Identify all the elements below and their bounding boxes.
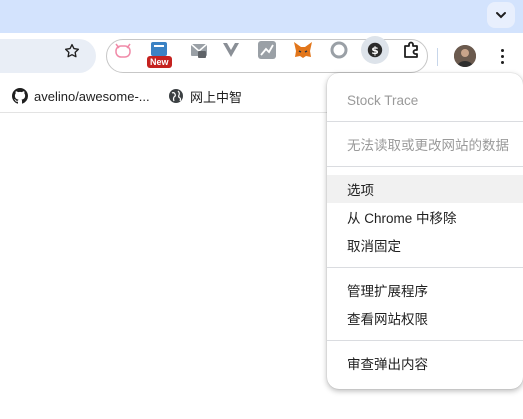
globe-icon (169, 89, 183, 103)
bookmark-item[interactable]: 网上中智 (168, 85, 242, 107)
mail-icon[interactable] (188, 39, 210, 61)
menu-item-manage[interactable]: 管理扩展程序 (327, 276, 523, 304)
chevron-down-icon (496, 12, 506, 19)
menu-item-unpin[interactable]: 取消固定 (327, 231, 523, 259)
menu-separator (327, 121, 523, 122)
extension-context-menu: Stock Trace 无法读取或更改网站的数据 选项 从 Chrome 中移除… (327, 73, 523, 389)
vue-icon[interactable] (220, 39, 242, 61)
metamask-icon[interactable] (292, 39, 314, 61)
new-badge: New (147, 56, 172, 68)
bookmark-label: avelino/awesome-... (34, 88, 150, 104)
circle-icon[interactable] (328, 39, 350, 61)
menu-item-options[interactable]: 选项 (327, 175, 523, 203)
menu-item-site-permissions[interactable]: 查看网站权限 (327, 304, 523, 332)
menu-separator (327, 340, 523, 341)
menu-title: Stock Trace (347, 92, 419, 108)
bookmark-star-icon[interactable] (62, 41, 82, 61)
menu-separator (327, 267, 523, 268)
toolbar-divider (437, 48, 438, 66)
more-menu-icon[interactable] (495, 46, 509, 66)
bookmark-item[interactable]: avelino/awesome-... (12, 85, 150, 107)
title-bar (0, 0, 523, 33)
menu-item-inspect-popup[interactable]: 审查弹出内容 (327, 349, 523, 377)
cat-face-icon[interactable] (112, 39, 134, 61)
menu-permission-note: 无法读取或更改网站的数据 (347, 138, 509, 153)
bookmark-label: 网上中智 (190, 89, 243, 105)
tab-search-button[interactable] (487, 2, 515, 28)
menu-item-remove[interactable]: 从 Chrome 中移除 (327, 203, 523, 231)
stock-trace-icon[interactable]: $ (361, 36, 389, 64)
menu-separator (327, 166, 523, 167)
svg-text:$: $ (371, 44, 379, 57)
puzzle-icon[interactable] (400, 39, 422, 61)
profile-avatar[interactable] (454, 45, 476, 67)
browser-window: New $ avelino/awesome-... 网上中智 Stock Tra… (0, 0, 523, 419)
github-icon (12, 88, 28, 104)
graph-icon[interactable] (256, 39, 278, 61)
